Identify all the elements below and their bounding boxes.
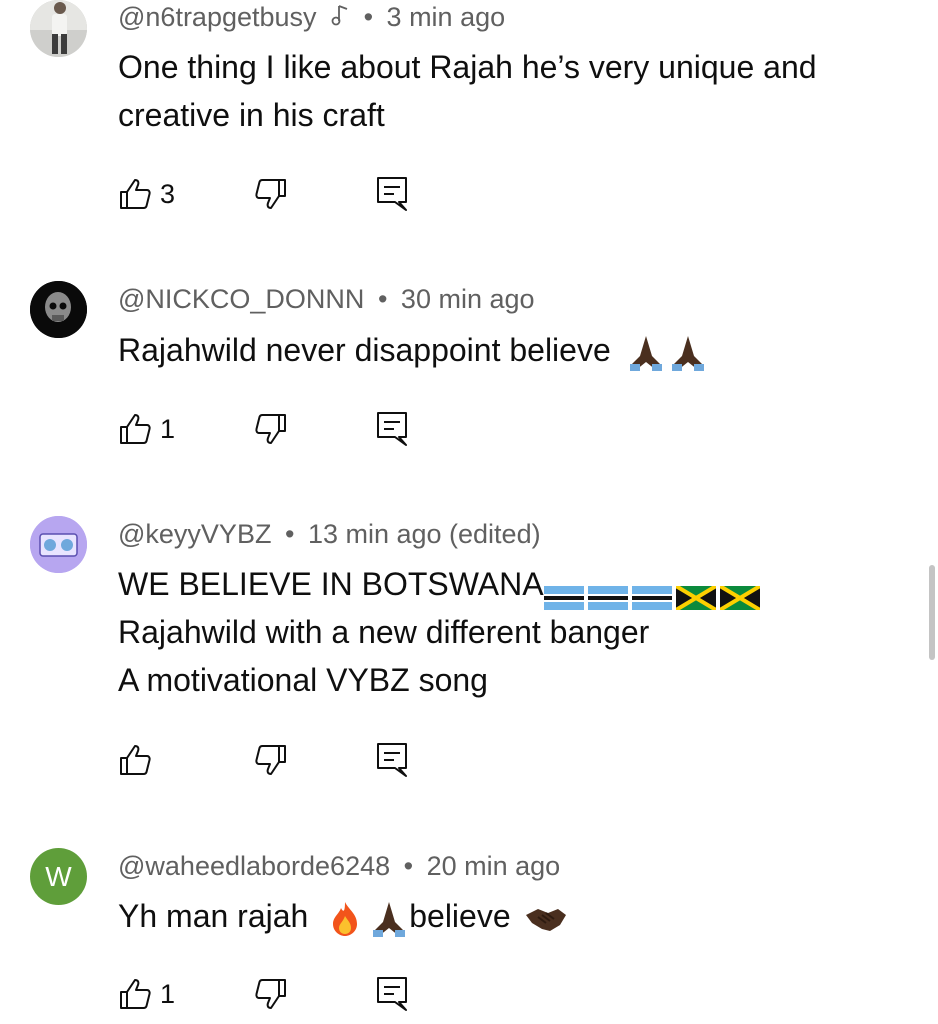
comment-actions: 1 — [118, 411, 418, 451]
separator-dot: • — [284, 519, 295, 549]
comment-text: WE BELIEVE IN BOTSWANA Rajahwild with a … — [118, 560, 764, 704]
comment-text: One thing I like about Rajah he’s very u… — [118, 43, 817, 139]
comment-actions — [118, 742, 418, 782]
reply-comment-icon — [376, 742, 408, 778]
separator-dot: • — [363, 2, 374, 32]
comment-author[interactable]: @waheedlaborde6248 — [118, 851, 390, 881]
thumbs-up-icon — [118, 743, 152, 777]
thumbs-up-icon — [118, 177, 152, 211]
thumbs-up-icon — [118, 412, 152, 446]
botswana-flag-icon — [631, 575, 672, 610]
dislike-button[interactable] — [254, 176, 288, 212]
comment-time: 13 min ago (edited) — [307, 519, 541, 549]
like-button[interactable]: 1 — [118, 411, 175, 447]
comment-actions: 3 — [118, 176, 418, 216]
comment-header: @n6trapgetbusy • 3 min ago — [118, 2, 505, 35]
dislike-button[interactable] — [254, 411, 288, 447]
separator-dot: • — [403, 851, 414, 881]
comment-header: @waheedlaborde6248 • 20 min ago — [118, 851, 560, 882]
comment-time: 3 min ago — [386, 2, 506, 32]
avatar[interactable] — [30, 516, 87, 573]
reply-button[interactable] — [376, 176, 408, 212]
reply-button[interactable] — [376, 976, 408, 1012]
comment-text: Rajahwild never disappoint believe — [118, 326, 708, 374]
avatar-letter: W — [45, 860, 72, 892]
comment-time: 20 min ago — [426, 851, 561, 881]
handshake-icon — [524, 900, 566, 938]
jamaica-flag-icon — [718, 575, 761, 612]
like-count: 1 — [160, 413, 176, 444]
scrollbar[interactable] — [929, 565, 935, 660]
comment-actions: 1 — [118, 976, 418, 1016]
reply-comment-icon — [376, 411, 408, 447]
like-button[interactable]: 1 — [118, 976, 175, 1012]
separator-dot: • — [377, 284, 388, 314]
reply-button[interactable] — [376, 742, 408, 778]
comment-header: @NICKCO_DONNN • 30 min ago — [118, 284, 535, 315]
comment-text: Yh man rajah believe — [118, 892, 566, 940]
jamaica-flag-icon — [674, 575, 717, 612]
botswana-flag-icon — [543, 575, 584, 610]
comment-line: Yh man rajah — [118, 898, 309, 934]
like-count: 3 — [160, 178, 176, 209]
comment-author[interactable]: @NICKCO_DONNN — [118, 284, 364, 314]
folded-hands-icon — [369, 900, 409, 938]
avatar[interactable] — [30, 281, 87, 338]
comment-line: WE BELIEVE IN BOTSWANA — [118, 560, 764, 612]
reply-button[interactable] — [376, 411, 408, 447]
like-count: 1 — [160, 978, 176, 1009]
thumbs-down-icon — [254, 412, 288, 446]
comment-line: A motivational VYBZ song — [118, 662, 488, 698]
avatar[interactable] — [30, 0, 87, 57]
comment-author[interactable]: @n6trapgetbusy — [118, 2, 317, 32]
folded-hands-icon — [626, 334, 666, 372]
like-button[interactable]: 3 — [118, 176, 175, 212]
reply-comment-icon — [376, 176, 408, 212]
comment-line: Rajahwild with a new different banger — [118, 614, 650, 650]
reply-comment-icon — [376, 976, 408, 1012]
folded-hands-icon — [668, 334, 708, 372]
like-button[interactable] — [118, 742, 160, 778]
comment-line: One thing I like about Rajah he’s very u… — [118, 49, 817, 85]
comment-header: @keyyVYBZ • 13 min ago (edited) — [118, 519, 541, 550]
dislike-button[interactable] — [254, 742, 288, 778]
comment-line: believe — [409, 898, 511, 934]
thumbs-down-icon — [254, 177, 288, 211]
music-note-icon — [330, 2, 350, 35]
fire-icon — [327, 900, 367, 938]
avatar[interactable]: W — [30, 848, 87, 905]
dislike-button[interactable] — [254, 976, 288, 1012]
comment-author[interactable]: @keyyVYBZ — [118, 519, 271, 549]
thumbs-down-icon — [254, 743, 288, 777]
botswana-flag-icon — [587, 575, 628, 610]
thumbs-down-icon — [254, 977, 288, 1011]
comment-line: creative in his craft — [118, 97, 385, 133]
thumbs-up-icon — [118, 977, 152, 1011]
comment-time: 30 min ago — [400, 284, 535, 314]
comment-line: Rajahwild never disappoint believe — [118, 332, 611, 368]
